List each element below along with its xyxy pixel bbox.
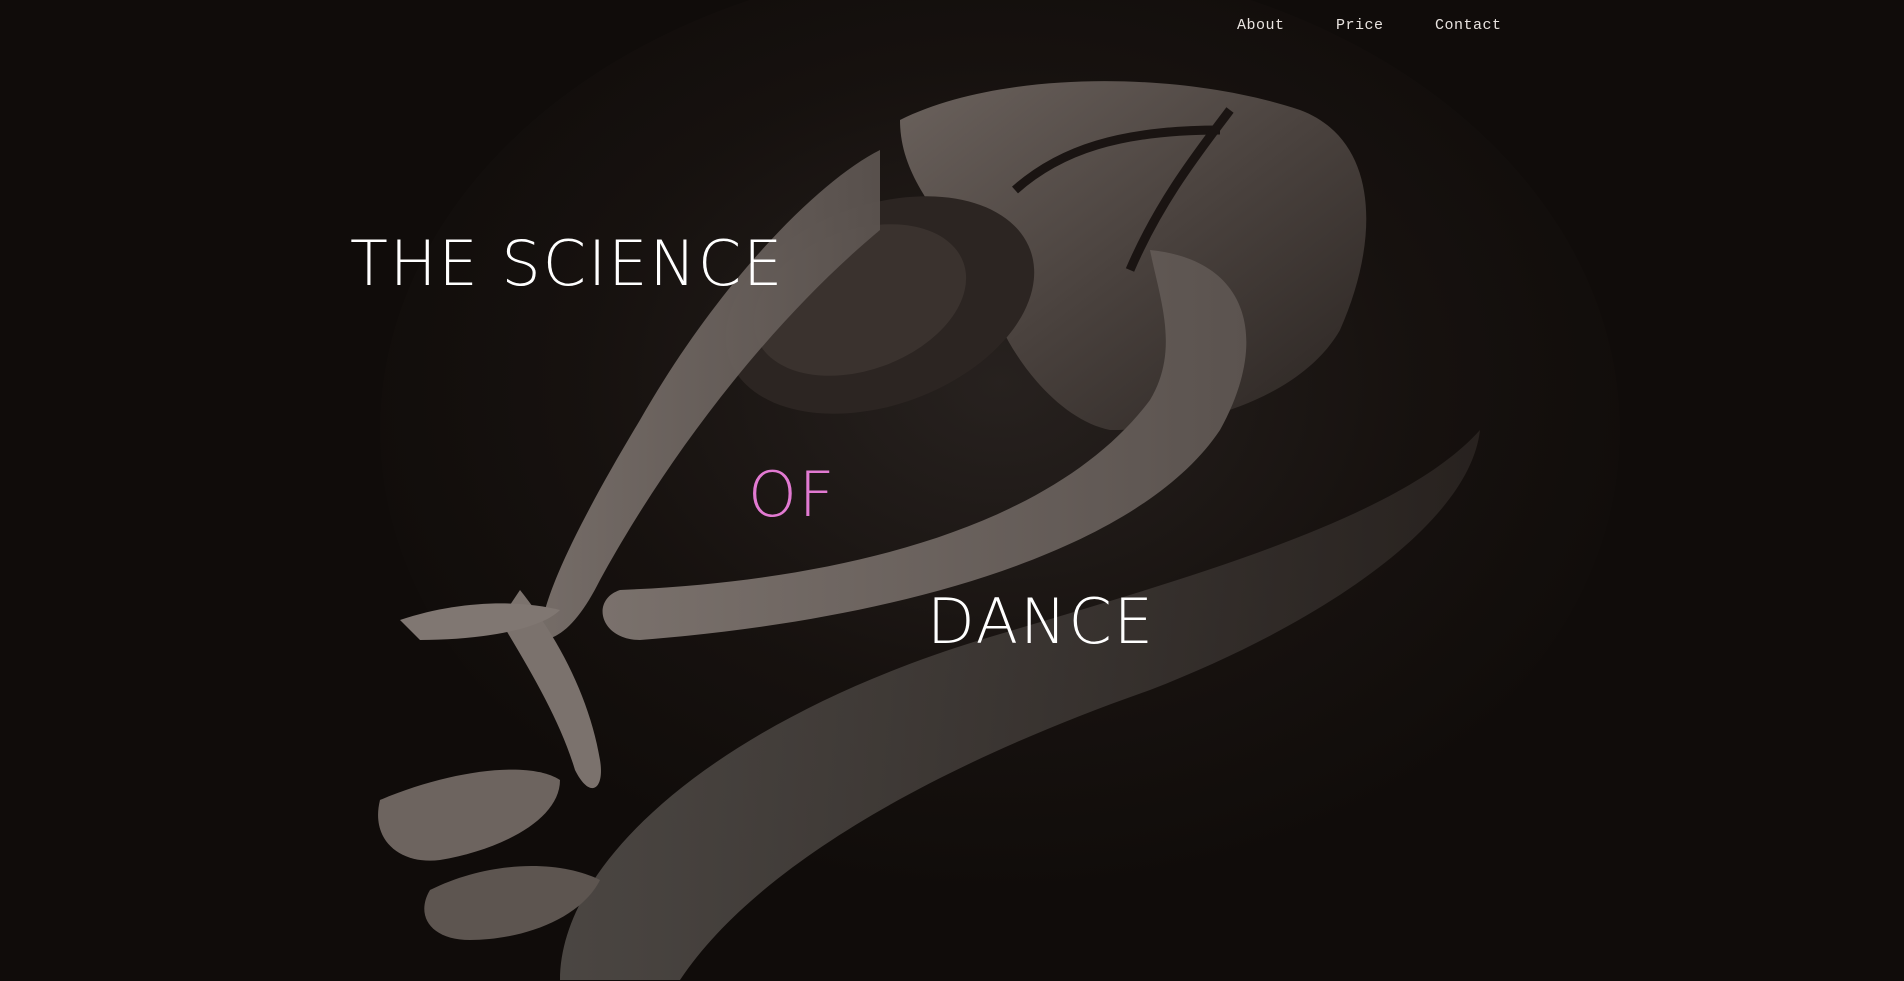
- hero-headline-line-1: THE SCIENCE: [350, 227, 785, 300]
- landing-page: About Price Contact THE SCIENCE OF DANCE: [0, 0, 1904, 981]
- hero-headline-line-2: OF: [748, 458, 837, 531]
- nav-link-price[interactable]: Price: [1336, 17, 1435, 34]
- hero-headline-line-3: DANCE: [927, 585, 1155, 658]
- nav-link-contact[interactable]: Contact: [1435, 17, 1502, 34]
- nav-link-about[interactable]: About: [1237, 17, 1336, 34]
- dancer-photo: [0, 0, 1904, 981]
- top-nav: About Price Contact: [1237, 17, 1502, 34]
